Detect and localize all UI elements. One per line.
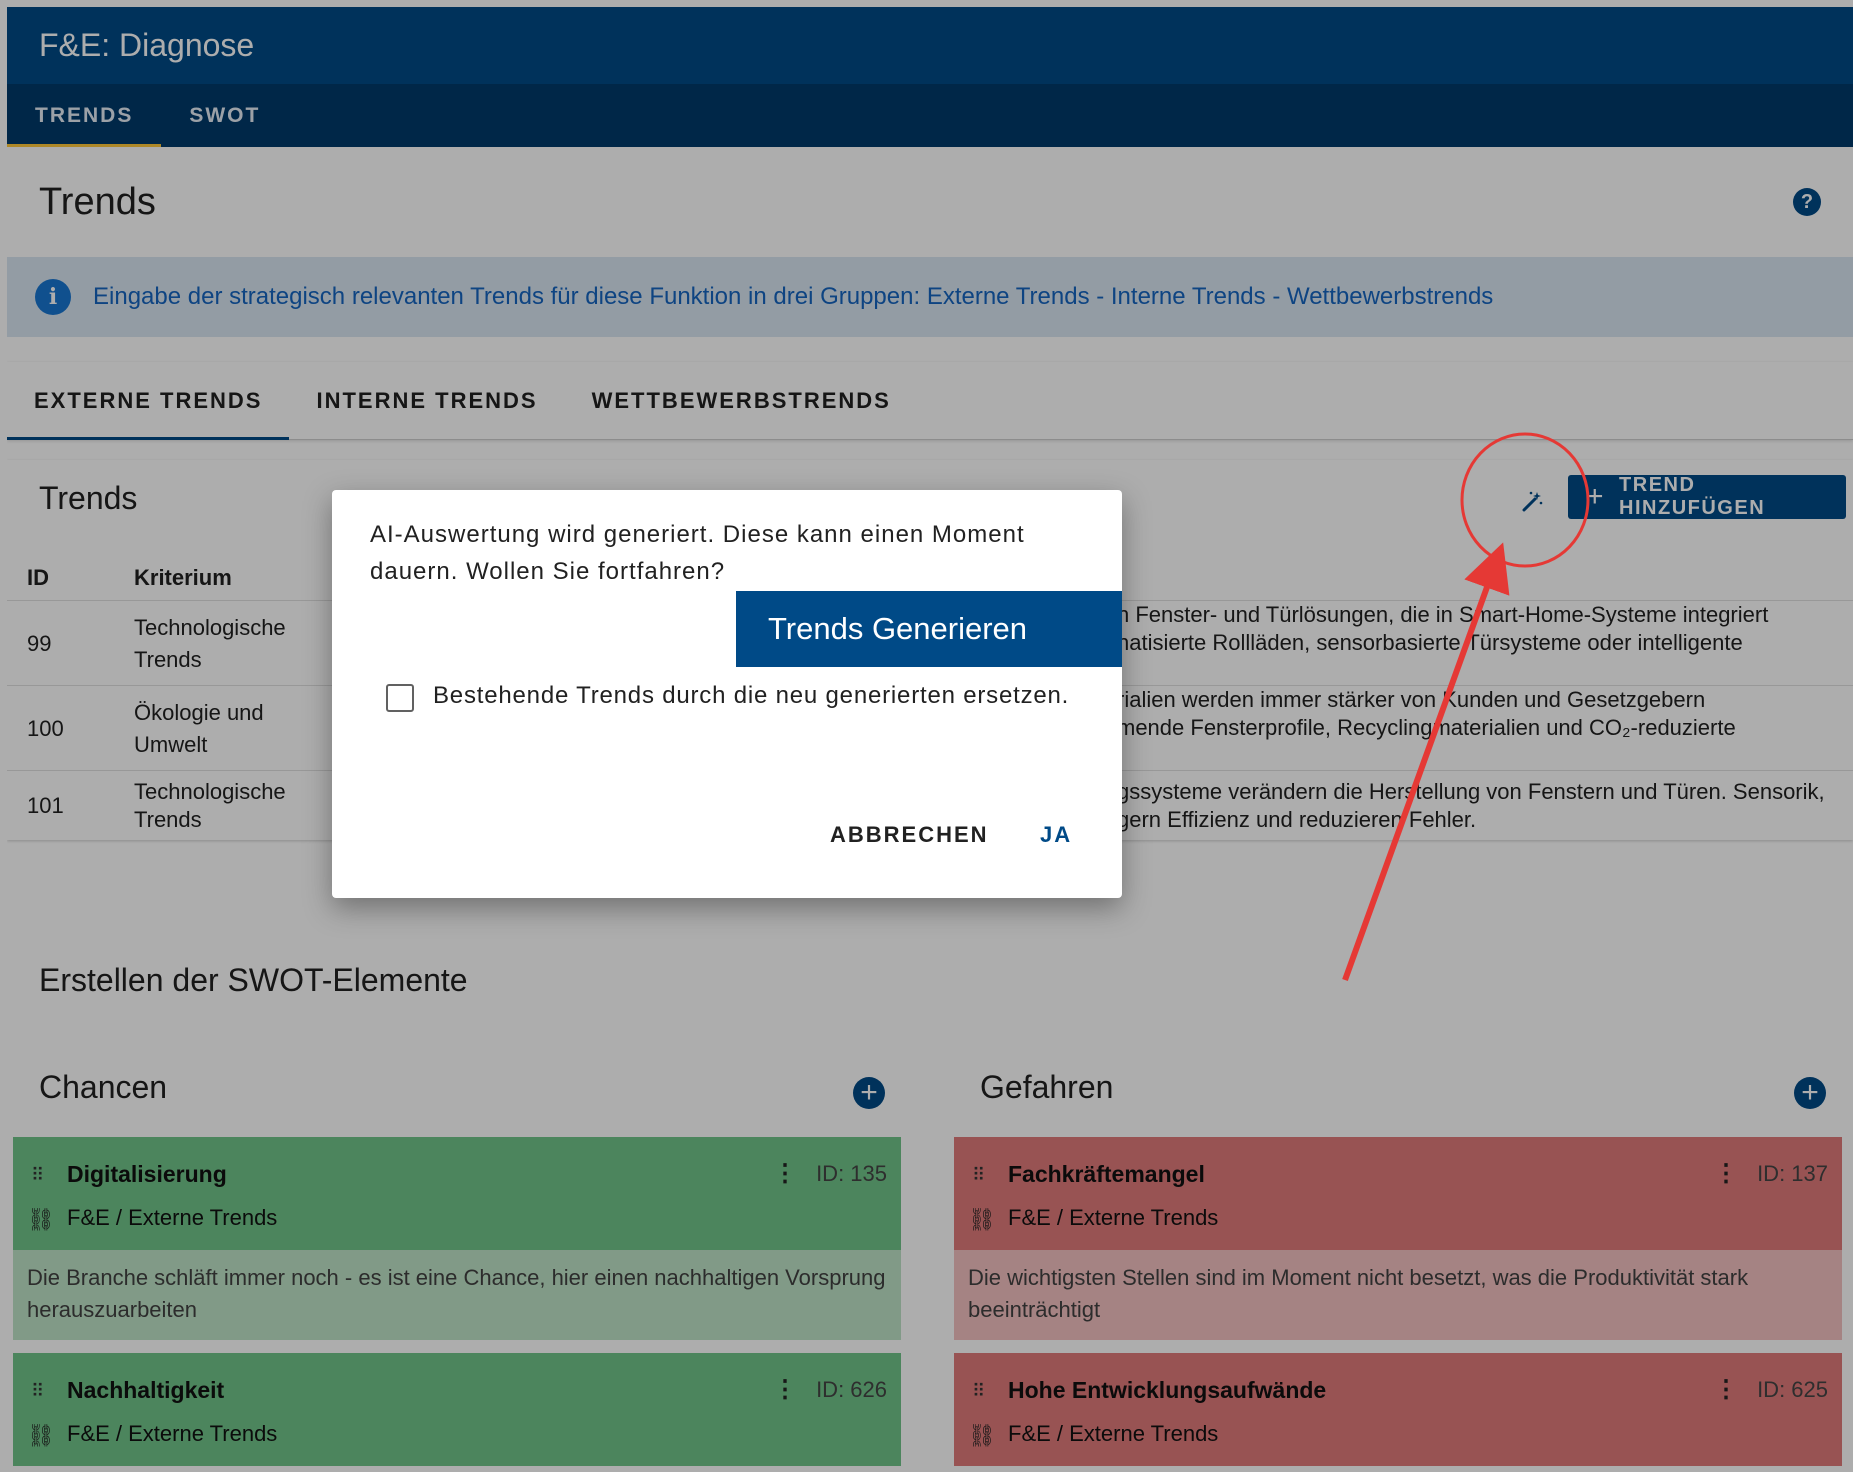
confirm-button[interactable]: JA <box>1032 818 1080 852</box>
replace-trends-checkbox[interactable] <box>386 684 414 712</box>
confirm-dialog: AI-Auswertung wird generiert. Diese kann… <box>332 490 1122 898</box>
dialog-message: AI-Auswertung wird generiert. Diese kann… <box>370 521 1025 585</box>
cancel-button[interactable]: ABBRECHEN <box>822 818 997 852</box>
replace-trends-label[interactable]: Bestehende Trends durch die neu generier… <box>433 682 1069 710</box>
generate-trends-button[interactable]: Trends Generieren <box>736 591 1122 667</box>
